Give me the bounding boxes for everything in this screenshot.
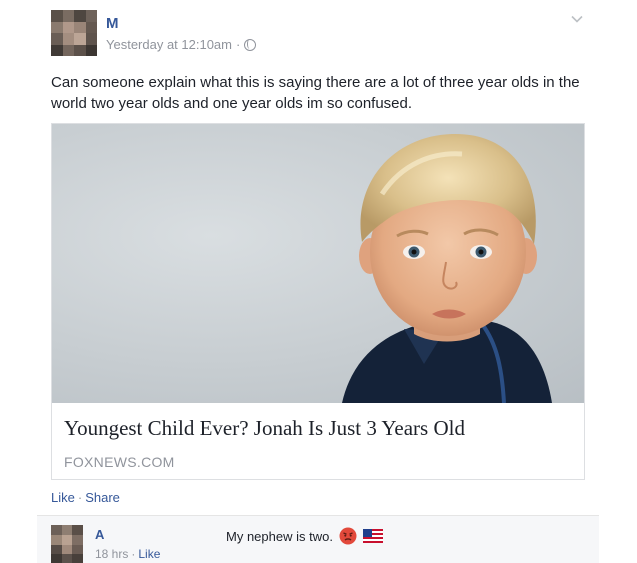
actions-separator: · xyxy=(77,490,83,505)
comment-meta-separator: · xyxy=(131,547,136,561)
comment-section: A 18 hrs · Like My nephew is two. xyxy=(37,515,599,563)
link-source: FOXNEWS.COM xyxy=(64,454,175,470)
comment-text-row: My nephew is two. xyxy=(226,527,383,545)
meta-separator: · xyxy=(236,37,241,52)
like-link[interactable]: Like xyxy=(51,490,75,505)
link-preview-card[interactable]: Youngest Child Ever? Jonah Is Just 3 Yea… xyxy=(51,123,585,480)
facebook-post: M Yesterday at 12:10am · Can someone exp… xyxy=(0,0,637,563)
comment-time[interactable]: 18 hrs xyxy=(95,547,128,561)
us-flag-icon xyxy=(362,529,383,543)
share-link[interactable]: Share xyxy=(85,490,120,505)
link-preview-image[interactable] xyxy=(52,124,584,403)
author-avatar[interactable] xyxy=(51,10,97,56)
post-timestamp[interactable]: Yesterday at 12:10am xyxy=(106,37,232,52)
commenter-avatar[interactable] xyxy=(51,525,83,563)
globe-icon xyxy=(244,38,257,51)
comment-meta: 18 hrs · Like xyxy=(95,547,160,561)
post-meta: Yesterday at 12:10am · xyxy=(106,37,257,52)
link-title[interactable]: Youngest Child Ever? Jonah Is Just 3 Yea… xyxy=(64,416,465,441)
post-actions: Like · Share xyxy=(51,490,120,505)
comment-like-link[interactable]: Like xyxy=(138,547,160,561)
chevron-down-icon[interactable] xyxy=(570,12,584,26)
post-text: Can someone explain what this is saying … xyxy=(51,74,580,112)
commenter-name[interactable]: A xyxy=(95,527,104,542)
angry-face-icon xyxy=(339,527,357,545)
author-name[interactable]: M xyxy=(106,15,119,32)
photo-of-boy xyxy=(342,133,552,403)
comment-text: My nephew is two. xyxy=(226,528,333,544)
